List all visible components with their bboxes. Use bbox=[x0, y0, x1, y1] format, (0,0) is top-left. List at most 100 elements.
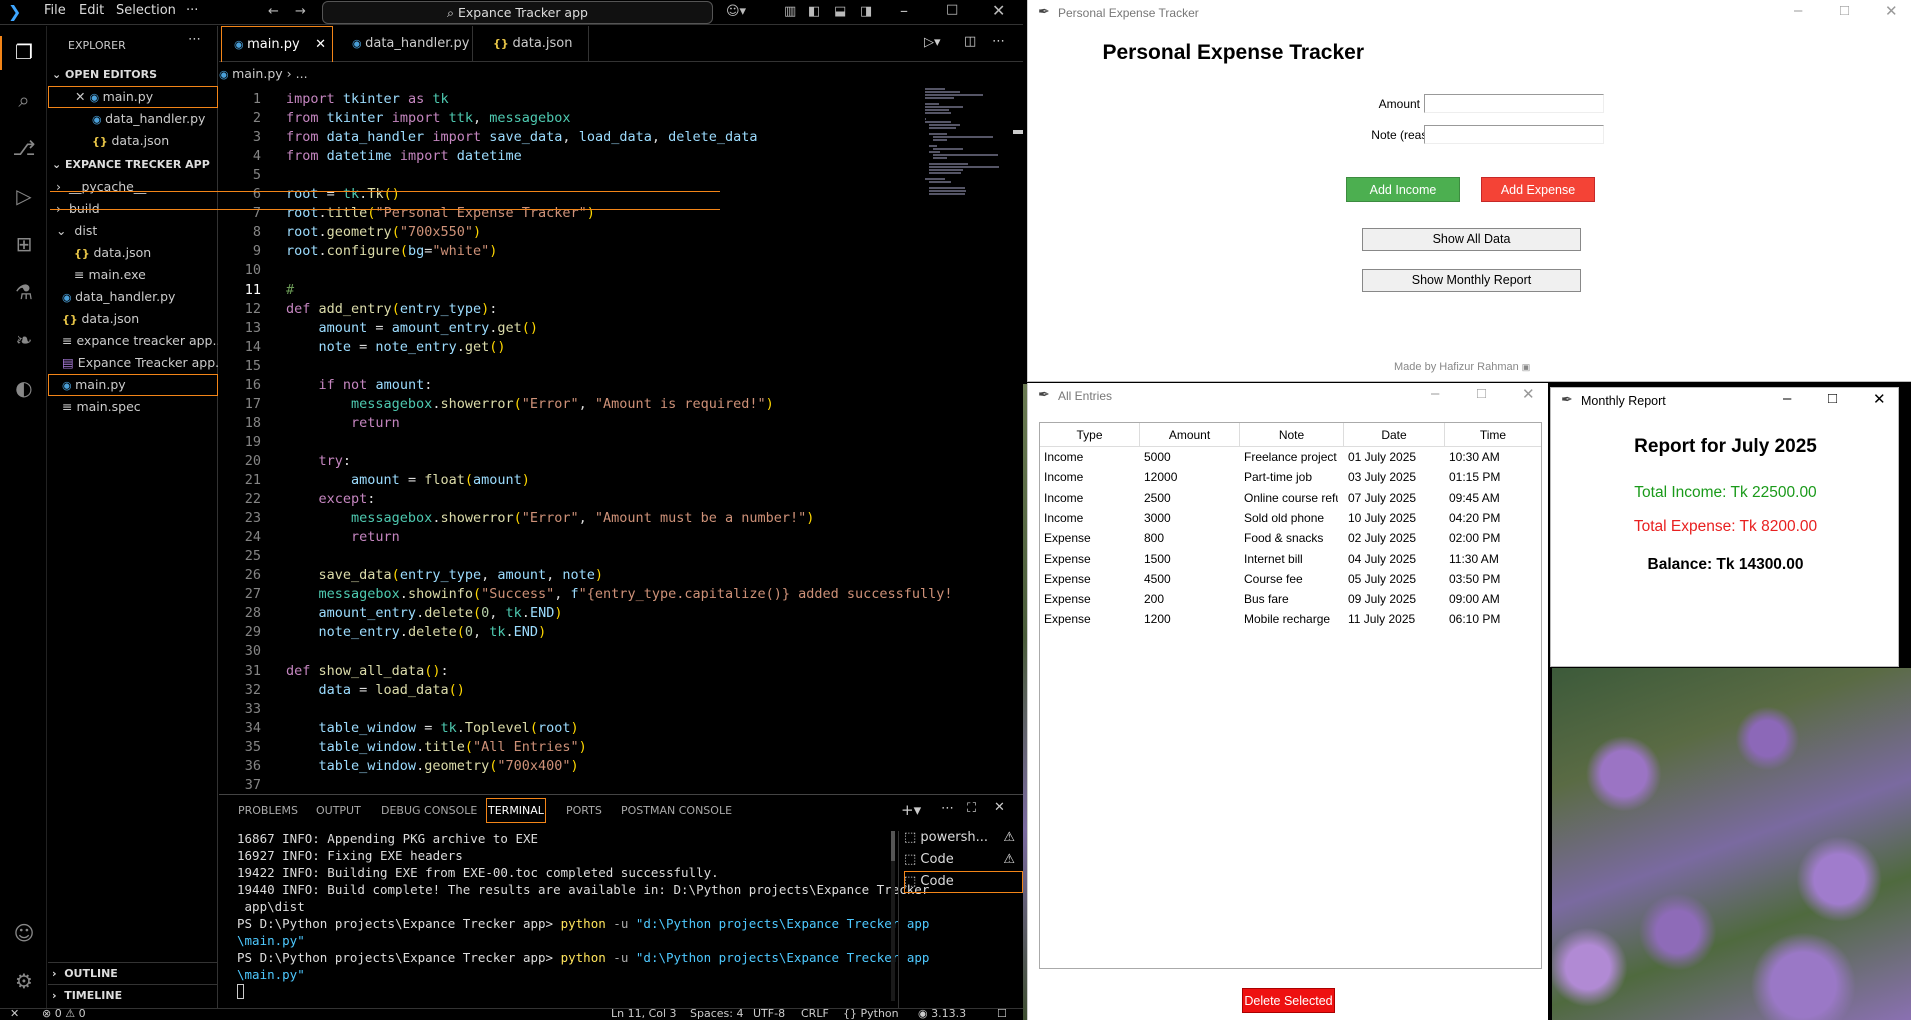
amount-input[interactable] bbox=[1424, 94, 1604, 113]
tree-file-main-spec[interactable]: ≡ main.spec bbox=[48, 396, 218, 418]
minimize-icon[interactable]: – bbox=[900, 1, 908, 20]
code-line[interactable]: root.configure(bg="white") bbox=[286, 243, 497, 259]
open-editor-main-py[interactable]: ✕ ◉ main.py bbox=[48, 86, 218, 108]
explorer-files-icon[interactable]: ❐ bbox=[11, 40, 37, 66]
close-icon[interactable]: ✕ bbox=[1522, 385, 1535, 403]
terminal-output[interactable]: 16867 INFO: Appending PKG archive to EXE… bbox=[219, 831, 929, 1013]
more-actions-icon[interactable]: ⋯ bbox=[941, 801, 954, 816]
code-line[interactable]: table_window.geometry("700x400") bbox=[286, 758, 579, 774]
encoding[interactable]: UTF-8 bbox=[753, 1007, 785, 1020]
table-row[interactable]: Income 2500 Online course refu 07 July 2025… bbox=[1040, 489, 1541, 509]
code-line[interactable]: return bbox=[286, 529, 400, 545]
code-line[interactable]: messagebox.showerror("Error", "Amount mu… bbox=[286, 510, 814, 526]
tree-file-spec-1[interactable]: ≡ expance treacker app... bbox=[48, 330, 218, 352]
delete-selected-button[interactable]: Delete Selected bbox=[1242, 988, 1335, 1013]
tree-file-dist-data-json[interactable]: {} data.json bbox=[48, 242, 218, 264]
run-debug-icon[interactable]: ▷ bbox=[11, 184, 37, 210]
command-center-search[interactable]: ⌕ Expance Tracker app bbox=[322, 1, 713, 24]
code-line[interactable]: amount = amount_entry.get() bbox=[286, 320, 539, 336]
add-expense-button[interactable]: Add Expense bbox=[1481, 177, 1595, 202]
tab-data-handler[interactable]: ◉ data_handler.py bbox=[340, 26, 473, 62]
account-icon[interactable]: ☺ bbox=[11, 921, 37, 947]
code-line[interactable]: import tkinter as tk bbox=[286, 91, 449, 107]
terminal-instance-code-1[interactable]: ⬚ Code ⚠ bbox=[904, 849, 1023, 871]
code-line[interactable]: messagebox.showinfo("Success", f"{entry_… bbox=[286, 586, 953, 602]
menu-more[interactable]: ··· bbox=[186, 3, 198, 18]
close-icon[interactable]: ✕ bbox=[1885, 2, 1898, 20]
code-line[interactable]: def show_all_data(): bbox=[286, 663, 449, 679]
table-row[interactable]: Expense 800 Food & snacks 02 July 2025 02:00… bbox=[1040, 529, 1541, 549]
cursor-position[interactable]: Ln 11, Col 3 bbox=[611, 1007, 677, 1020]
tree-file-data-handler[interactable]: ◉ data_handler.py bbox=[48, 286, 218, 308]
menu-file[interactable]: File bbox=[44, 3, 66, 18]
table-row[interactable]: Expense 1200 Mobile recharge 11 July 2025 06… bbox=[1040, 610, 1541, 630]
close-icon[interactable]: ✕ bbox=[1873, 390, 1886, 408]
code-line[interactable]: from tkinter import ttk, messagebox bbox=[286, 110, 571, 126]
forward-arrow-icon[interactable]: → bbox=[295, 4, 306, 19]
scrollbar-thumb[interactable] bbox=[891, 831, 895, 861]
column-header-note[interactable]: Note bbox=[1240, 423, 1344, 447]
code-line[interactable]: # bbox=[286, 282, 294, 298]
problems-status[interactable]: ⊗ 0 ⚠ 0 bbox=[42, 1007, 86, 1020]
run-python-icon[interactable]: ▷▾ bbox=[924, 35, 941, 50]
open-editor-data-json[interactable]: {} data.json bbox=[48, 130, 218, 152]
testing-flask-icon[interactable]: ⚗ bbox=[11, 280, 37, 306]
copilot-icon[interactable]: ☺▾ bbox=[726, 4, 746, 19]
language-mode[interactable]: {} Python bbox=[843, 1007, 899, 1020]
postman-icon[interactable]: ◐ bbox=[11, 376, 37, 402]
column-header-time[interactable]: Time bbox=[1445, 423, 1541, 447]
tree-file-image[interactable]: ▤ Expance Treacker app... bbox=[48, 352, 218, 374]
code-line[interactable]: table_window.title("All Entries") bbox=[286, 739, 587, 755]
code-line[interactable]: try: bbox=[286, 453, 352, 469]
breadcrumb-symbol[interactable]: ... bbox=[296, 66, 308, 81]
new-terminal-plus-icon[interactable]: +▾ bbox=[901, 801, 921, 819]
entries-table[interactable]: Type Amount Note Date Time Income 5000 Fre… bbox=[1039, 422, 1542, 969]
timeline-header[interactable]: › TIMELINE bbox=[52, 985, 222, 1007]
code-line[interactable]: messagebox.showerror("Error", "Amount is… bbox=[286, 396, 774, 412]
minimize-icon[interactable]: – bbox=[1783, 390, 1791, 407]
panel-tab-debug-console[interactable]: DEBUG CONSOLE bbox=[381, 795, 477, 826]
scrollbar-thumb[interactable] bbox=[1013, 130, 1023, 134]
project-header[interactable]: ⌄ EXPANCE TRECKER APP bbox=[52, 154, 222, 176]
table-row[interactable]: Income 3000 Sold old phone 10 July 2025 04:2… bbox=[1040, 509, 1541, 529]
minimap[interactable] bbox=[925, 86, 1010, 326]
code-line[interactable]: amount = float(amount) bbox=[286, 472, 530, 488]
terminal-instance-powershell[interactable]: ⬚ powersh... ⚠ bbox=[904, 827, 1023, 849]
maximize-icon[interactable]: □ bbox=[946, 2, 958, 17]
code-line[interactable]: from datetime import datetime bbox=[286, 148, 522, 164]
layout-panel-icon[interactable]: ⬓ bbox=[834, 4, 846, 19]
tree-file-data-json[interactable]: {} data.json bbox=[48, 308, 218, 330]
code-line[interactable]: return bbox=[286, 415, 400, 431]
close-panel-icon[interactable]: ✕ bbox=[994, 800, 1005, 815]
panel-tab-problems[interactable]: PROBLEMS bbox=[238, 795, 298, 826]
open-editor-data-handler[interactable]: ◉ data_handler.py bbox=[48, 108, 218, 130]
menu-selection[interactable]: Selection bbox=[116, 3, 176, 18]
tree-file-main-exe[interactable]: ≡ main.exe bbox=[48, 264, 218, 286]
table-row[interactable]: Expense 1500 Internet bill 04 July 2025 11:3… bbox=[1040, 550, 1541, 570]
close-icon[interactable]: ✕ bbox=[315, 27, 326, 63]
menu-edit[interactable]: Edit bbox=[79, 3, 104, 18]
minimize-icon[interactable]: – bbox=[1431, 385, 1439, 402]
code-line[interactable]: data = load_data() bbox=[286, 682, 465, 698]
code-line[interactable]: from data_handler import save_data, load… bbox=[286, 129, 758, 145]
tab-data-json[interactable]: {} data.json bbox=[481, 26, 589, 62]
code-line[interactable]: root.geometry("700x550") bbox=[286, 224, 481, 240]
note-input[interactable] bbox=[1424, 125, 1604, 144]
terminal-instance-code-2[interactable]: ⬚ Code bbox=[904, 871, 1023, 893]
close-icon[interactable]: ✕ bbox=[992, 1, 1005, 20]
mongodb-leaf-icon[interactable]: ❧ bbox=[11, 328, 37, 354]
layout-sidebar-icon[interactable]: ▥ bbox=[784, 4, 796, 19]
tab-main-py[interactable]: ◉ main.py ✕ bbox=[221, 26, 333, 62]
indentation[interactable]: Spaces: 4 bbox=[690, 1007, 743, 1020]
panel-tab-output[interactable]: OUTPUT bbox=[316, 795, 361, 826]
code-line[interactable]: save_data(entry_type, amount, note) bbox=[286, 567, 604, 583]
tree-file-main-py[interactable]: ◉ main.py bbox=[48, 374, 218, 396]
maximize-icon[interactable]: □ bbox=[1477, 385, 1486, 402]
code-line[interactable]: note = note_entry.get() bbox=[286, 339, 506, 355]
code-line[interactable]: note_entry.delete(0, tk.END) bbox=[286, 624, 547, 640]
python-version[interactable]: ◉ 3.13.3 bbox=[918, 1007, 966, 1020]
code-line[interactable]: def add_entry(entry_type): bbox=[286, 301, 497, 317]
column-header-date[interactable]: Date bbox=[1344, 423, 1445, 447]
tree-folder-dist[interactable]: ⌄ dist bbox=[48, 220, 218, 242]
source-control-icon[interactable]: ⎇ bbox=[11, 136, 37, 162]
